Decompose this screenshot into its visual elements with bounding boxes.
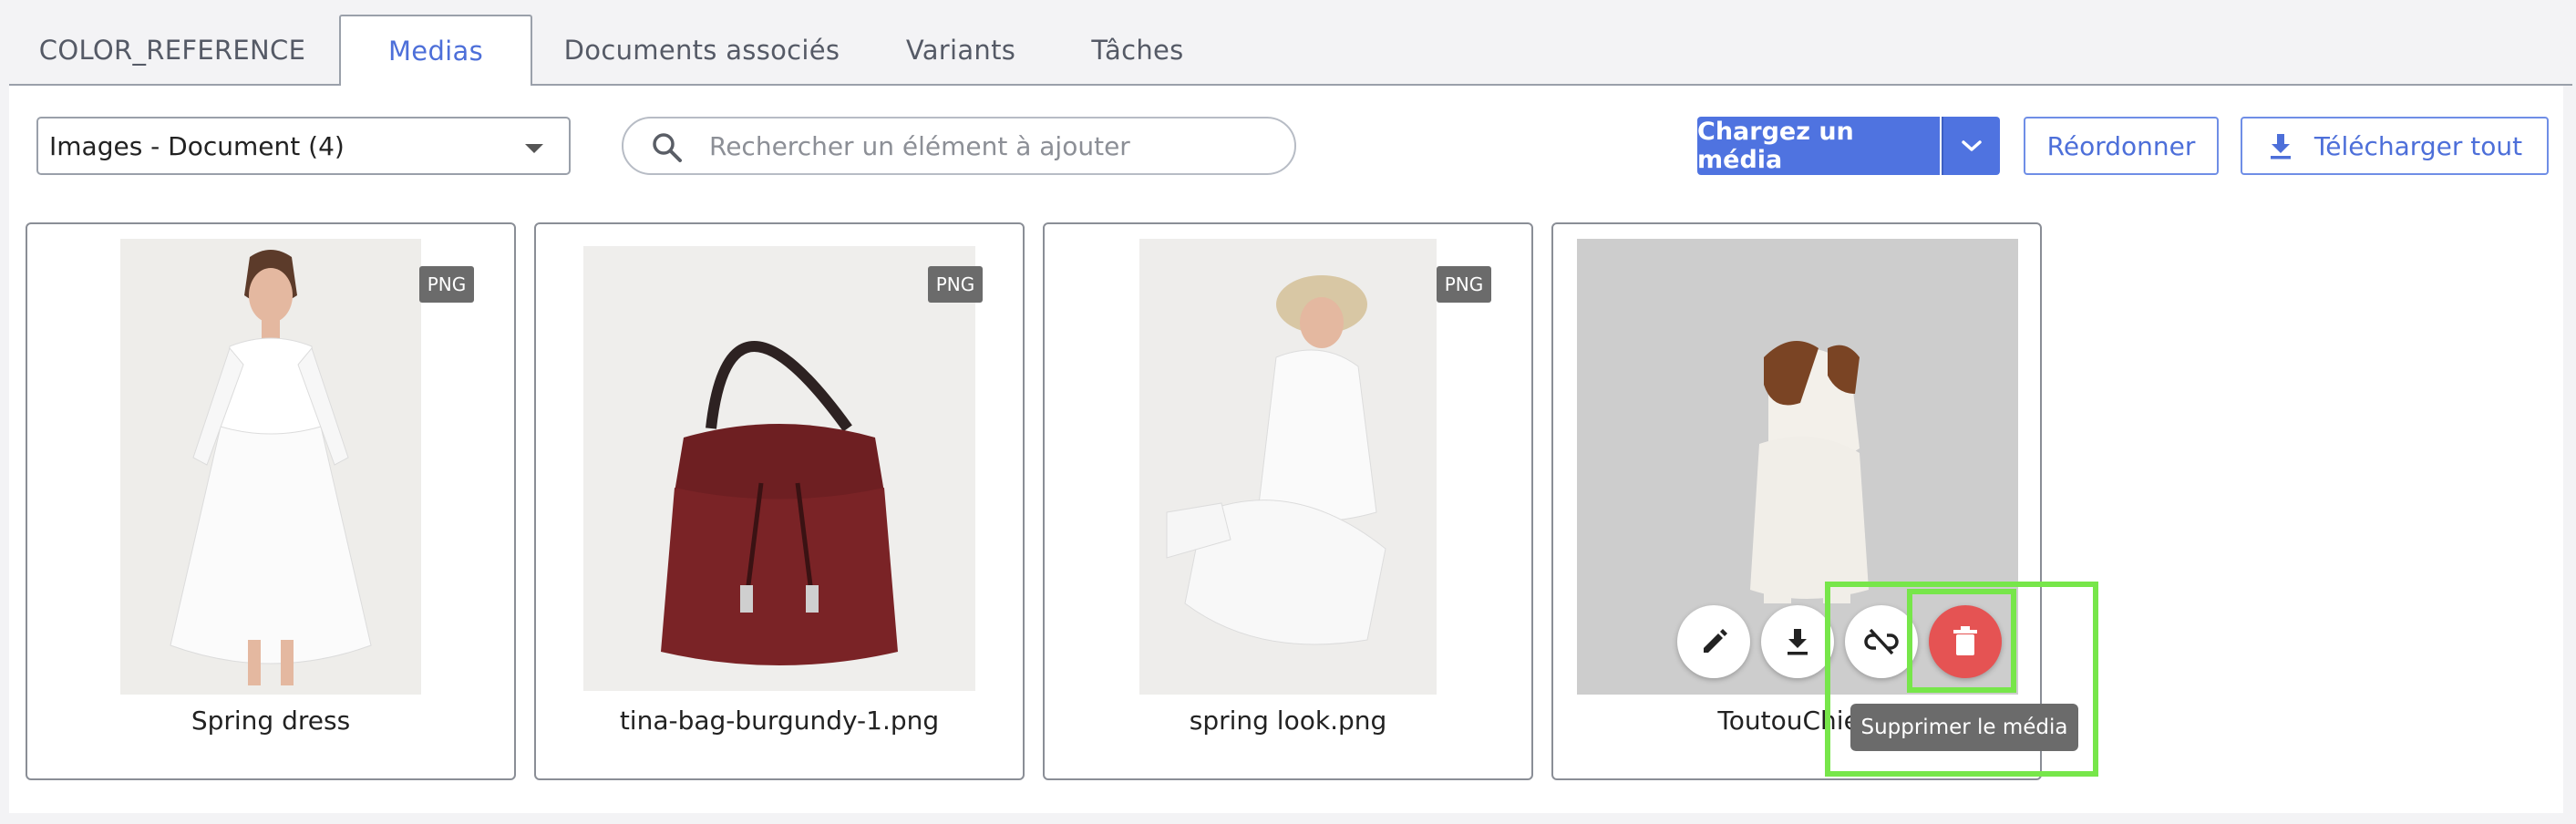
highlight-box xyxy=(1907,589,2016,693)
media-thumbnail xyxy=(583,246,975,691)
medias-panel: Images - Document (4) Rechercher un élém… xyxy=(9,86,2563,813)
tab-taches[interactable]: Tâches xyxy=(1054,15,1221,86)
download-all-button[interactable]: Télécharger tout xyxy=(2241,117,2549,175)
tab-medias[interactable]: Medias xyxy=(339,15,532,88)
media-card[interactable]: PNG tina-bag-burgundy-1.png xyxy=(534,222,1025,780)
media-name: tina-bag-burgundy-1.png xyxy=(619,706,940,736)
tab-bar: COLOR_REFERENCE Medias Documents associé… xyxy=(9,15,2572,88)
media-collection-select[interactable]: Images - Document (4) xyxy=(36,117,571,175)
format-badge: PNG xyxy=(1437,266,1491,303)
media-thumbnail xyxy=(120,239,421,695)
download-icon xyxy=(1788,629,1808,655)
media-card[interactable]: PNG spring look.png xyxy=(1043,222,1533,780)
reorder-button[interactable]: Réordonner xyxy=(2024,117,2219,175)
upload-options-button[interactable] xyxy=(1942,117,2000,175)
tab-variants[interactable]: Variants xyxy=(871,15,1050,86)
tab-documents-associes[interactable]: Documents associés xyxy=(536,15,868,86)
delete-tooltip: Supprimer le média xyxy=(1850,704,2078,751)
download-all-label: Télécharger tout xyxy=(2313,130,2523,161)
media-manager: { "tabs": [ {"label": "COLOR_REFERENCE"}… xyxy=(0,0,2576,824)
upload-media-button[interactable]: Chargez un média xyxy=(1697,117,1940,175)
format-badge: PNG xyxy=(928,266,983,303)
media-card[interactable]: PNG Spring dress xyxy=(26,222,516,780)
media-thumbnail xyxy=(1139,239,1437,695)
download-media-button[interactable] xyxy=(1761,605,1834,678)
media-name: Spring dress xyxy=(191,706,351,736)
search-placeholder: Rechercher un élément à ajouter xyxy=(709,130,1130,161)
media-name: spring look.png xyxy=(1189,706,1387,736)
format-badge: PNG xyxy=(419,266,474,303)
chevron-down-icon xyxy=(525,144,543,153)
chevron-down-icon xyxy=(1962,140,1982,151)
edit-icon xyxy=(1704,629,1727,653)
download-icon xyxy=(2270,134,2291,160)
tab-color-reference[interactable]: COLOR_REFERENCE xyxy=(9,15,335,86)
edit-media-button[interactable] xyxy=(1677,605,1750,678)
search-icon xyxy=(653,133,682,162)
media-search-input[interactable]: Rechercher un élément à ajouter xyxy=(622,117,1296,175)
media-collection-select-value: Images - Document (4) xyxy=(49,130,345,161)
